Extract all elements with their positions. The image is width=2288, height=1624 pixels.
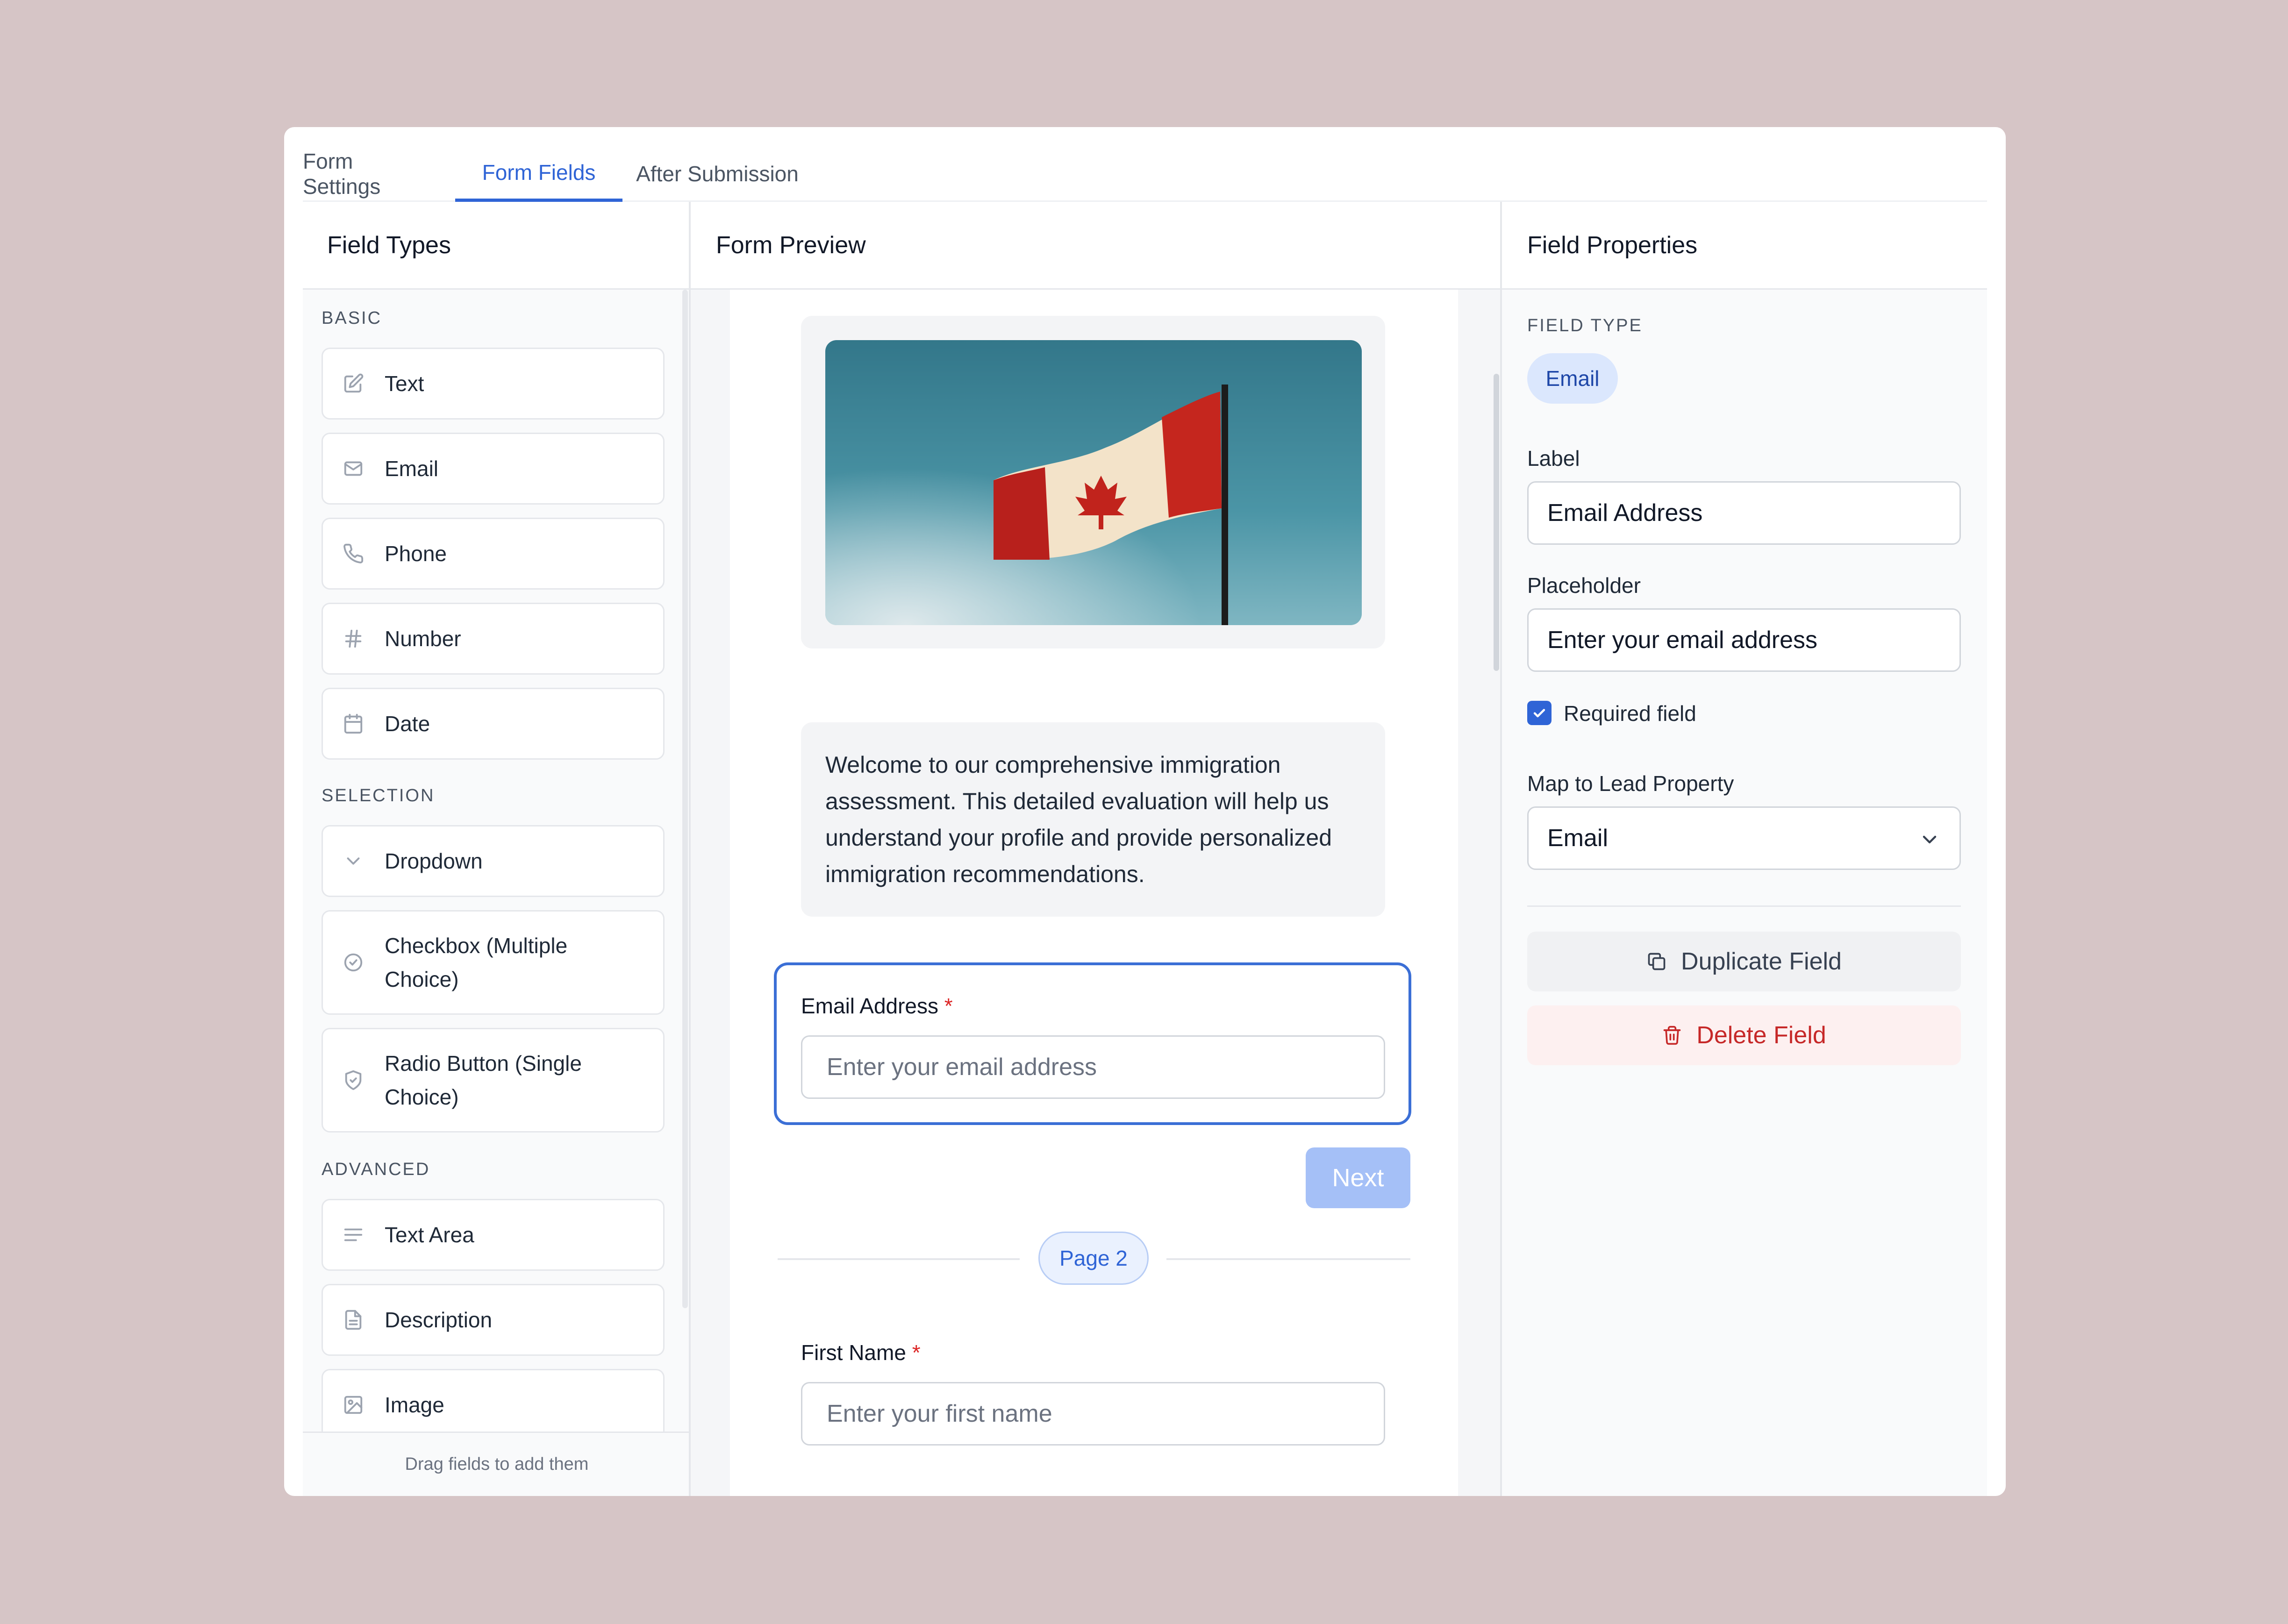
image-icon — [342, 1393, 365, 1417]
page-divider-left — [778, 1258, 1020, 1260]
field-type-label: Date — [385, 712, 430, 736]
edit-icon — [342, 372, 365, 395]
chevron-down-icon — [342, 849, 365, 873]
placeholder-input[interactable]: Enter your email address — [1527, 608, 1961, 672]
field-type-label: Email — [385, 456, 439, 481]
email-field-label: Email Address * — [801, 994, 953, 1018]
trash-icon — [1663, 1026, 1681, 1045]
field-type-section-label: FIELD TYPE — [1527, 316, 1643, 335]
section-selection-label: SELECTION — [322, 786, 435, 805]
field-type-label: Text — [385, 371, 424, 396]
field-type-text-area[interactable]: Text Area — [322, 1199, 665, 1271]
properties-divider — [1527, 905, 1961, 907]
field-type-label: Image — [385, 1393, 444, 1417]
page-2-badge: Page 2 — [1038, 1232, 1149, 1285]
field-type-checkbox[interactable]: Checkbox (Multiple Choice) — [322, 910, 665, 1015]
required-checkbox[interactable] — [1527, 701, 1552, 725]
required-checkbox-label[interactable]: Required field — [1564, 701, 1696, 726]
section-advanced-label: ADVANCED — [322, 1160, 430, 1179]
shield-check-icon — [342, 1068, 365, 1092]
field-type-radio[interactable]: Radio Button (Single Choice) — [322, 1028, 665, 1133]
email-input-preview[interactable]: Enter your email address — [801, 1035, 1385, 1099]
preview-scrollbar[interactable] — [1494, 374, 1499, 671]
tab-after-submission[interactable]: After Submission — [630, 146, 805, 202]
section-basic-label: BASIC — [322, 308, 382, 328]
left-scrollbar[interactable] — [682, 290, 688, 1308]
lead-property-value: Email — [1547, 825, 1609, 852]
flag-image — [825, 340, 1362, 625]
field-type-label: Dropdown — [385, 849, 483, 873]
field-type-number[interactable]: Number — [322, 603, 665, 675]
field-properties-heading: Field Properties — [1502, 202, 1987, 290]
first-name-input-preview[interactable]: Enter your first name — [801, 1382, 1385, 1446]
field-type-image[interactable]: Image — [322, 1369, 665, 1441]
required-mark: * — [944, 994, 953, 1018]
mail-icon — [342, 457, 365, 480]
tab-form-fields[interactable]: Form Fields — [455, 146, 622, 202]
map-lead-property-label: Map to Lead Property — [1527, 771, 1734, 796]
field-type-description[interactable]: Description — [322, 1284, 665, 1356]
description-block[interactable]: Welcome to our comprehensive immigration… — [801, 722, 1385, 917]
next-button[interactable]: Next — [1306, 1147, 1410, 1208]
hash-icon — [342, 627, 365, 650]
align-left-icon — [342, 1223, 365, 1246]
duplicate-field-button[interactable]: Duplicate Field — [1527, 932, 1961, 991]
field-type-label: Text Area — [385, 1223, 474, 1247]
placeholder-label: Placeholder — [1527, 573, 1641, 598]
field-types-heading: Field Types — [303, 202, 691, 290]
field-type-date[interactable]: Date — [322, 688, 665, 760]
form-preview-heading: Form Preview — [691, 202, 1500, 290]
field-type-label: Checkbox (Multiple Choice) — [385, 933, 568, 991]
drag-hint: Drag fields to add them — [303, 1432, 691, 1496]
description-text: Welcome to our comprehensive immigration… — [825, 752, 1332, 887]
tab-bar: Form Settings Form Fields After Submissi… — [303, 127, 1987, 202]
label-input[interactable]: Email Address — [1527, 481, 1961, 545]
label-label: Label — [1527, 446, 1580, 470]
field-type-badge: Email — [1527, 353, 1618, 404]
field-type-label: Description — [385, 1308, 493, 1332]
field-type-dropdown[interactable]: Dropdown — [322, 825, 665, 897]
field-type-label: Phone — [385, 541, 447, 566]
file-text-icon — [342, 1308, 365, 1332]
check-circle-icon — [342, 951, 365, 974]
field-types-panel: BASIC Text Email Phone Number Date SELEC… — [303, 290, 691, 1441]
field-type-label: Radio Button (Single Choice) — [385, 1051, 582, 1109]
check-icon — [1533, 709, 1545, 718]
lead-property-select[interactable]: Email — [1527, 806, 1961, 870]
field-type-label: Number — [385, 627, 461, 651]
chevron-down-icon — [1923, 835, 1937, 844]
copy-icon — [1648, 953, 1666, 970]
delete-field-button[interactable]: Delete Field — [1527, 1005, 1961, 1065]
delete-field-label: Delete Field — [1696, 1022, 1826, 1049]
duplicate-field-label: Duplicate Field — [1681, 948, 1842, 975]
field-type-email[interactable]: Email — [322, 433, 665, 505]
calendar-icon — [342, 712, 365, 735]
field-type-text[interactable]: Text — [322, 348, 665, 420]
required-mark: * — [912, 1340, 921, 1365]
field-type-phone[interactable]: Phone — [322, 518, 665, 590]
first-name-label: First Name * — [801, 1340, 921, 1365]
page-divider-right — [1166, 1258, 1410, 1260]
tab-form-settings[interactable]: Form Settings — [303, 146, 436, 202]
phone-icon — [342, 542, 365, 565]
